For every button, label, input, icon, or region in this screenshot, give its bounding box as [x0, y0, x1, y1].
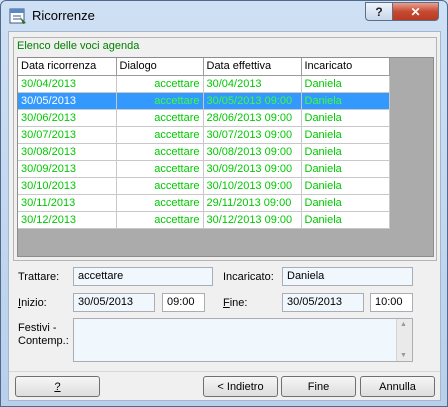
table-row[interactable]: 30/10/2013 accettare 30/10/2013 09:00 Danie… — [18, 177, 390, 195]
back-button[interactable]: < Indietro — [203, 376, 278, 397]
cell-data-effettiva: 29/11/2013 09:00 — [203, 194, 302, 212]
close-icon: ✕ — [410, 4, 421, 19]
cell-data-ricorrenza: 30/07/2013 — [18, 126, 117, 144]
titlebar-close-button[interactable]: ✕ — [392, 2, 439, 21]
fine-date-field[interactable]: 30/05/2013 — [282, 293, 364, 312]
table-row[interactable]: 30/05/2013 accettare 30/05/2013 09:00 Danie… — [18, 92, 390, 110]
cell-dialogo: accettare — [116, 177, 204, 195]
cell-dialogo: accettare — [116, 211, 204, 229]
cell-incaricato: Daniela — [301, 92, 390, 110]
scroll-down-arrow-icon[interactable]: ▼ — [400, 352, 407, 359]
cell-data-effettiva: 30/05/2013 09:00 — [203, 92, 302, 110]
titlebar-help-button[interactable]: ? — [365, 2, 393, 21]
cell-dialogo: accettare — [116, 109, 204, 127]
incaricato-label: Incaricato: — [223, 271, 274, 283]
cell-data-ricorrenza: 30/09/2013 — [18, 160, 117, 178]
column-header-data-ricorrenza[interactable]: Data ricorrenza — [18, 58, 117, 76]
cell-data-ricorrenza: 30/10/2013 — [18, 177, 117, 195]
trattare-label: Trattare: — [18, 271, 60, 283]
table-row[interactable]: 30/04/2013 accettare 30/04/2013 Daniela — [18, 75, 390, 93]
finish-button[interactable]: Fine — [281, 376, 356, 397]
cell-incaricato: Daniela — [301, 194, 390, 212]
column-header-dialogo[interactable]: Dialogo — [116, 58, 204, 76]
help-button[interactable]: ? — [15, 376, 100, 397]
title-bar[interactable]: Ricorrenze ? ✕ — [1, 1, 447, 31]
fine-label: Fine: — [223, 297, 248, 309]
inizio-date-field[interactable]: 30/05/2013 — [73, 293, 155, 312]
cell-incaricato: Daniela — [301, 143, 390, 161]
cell-dialogo: accettare — [116, 92, 204, 110]
cancel-button[interactable]: Annulla — [360, 376, 435, 397]
festivi-label-line2: Contemp.: — [18, 335, 69, 347]
column-header-data-effettiva[interactable]: Data effettiva — [203, 58, 302, 76]
cell-incaricato: Daniela — [301, 109, 390, 127]
cell-data-ricorrenza: 30/11/2013 — [18, 194, 117, 212]
dialog-window: Ricorrenze ? ✕ Elenco delle voci agenda … — [0, 0, 448, 407]
agenda-items-group-label: Elenco delle voci agenda — [17, 40, 140, 52]
cell-data-effettiva: 30/07/2013 09:00 — [203, 126, 302, 144]
table-row[interactable]: 30/12/2013 accettare 30/12/2013 09:00 Danie… — [18, 211, 390, 229]
cell-data-ricorrenza: 30/12/2013 — [18, 211, 117, 229]
table-row[interactable]: 30/06/2013 accettare 28/06/2013 09:00 Danie… — [18, 109, 390, 127]
cell-data-ricorrenza: 30/06/2013 — [18, 109, 117, 127]
cell-dialogo: accettare — [116, 160, 204, 178]
table-header-row: Data ricorrenza Dialogo Data effettiva I… — [18, 58, 390, 76]
cell-dialogo: accettare — [116, 194, 204, 212]
cell-data-effettiva: 30/08/2013 09:00 — [203, 143, 302, 161]
cell-incaricato: Daniela — [301, 126, 390, 144]
cell-incaricato: Daniela — [301, 177, 390, 195]
column-header-incaricato[interactable]: Incaricato — [301, 58, 390, 76]
festivi-label-line1: Festivi - — [18, 322, 57, 334]
table-row[interactable]: 30/09/2013 accettare 30/09/2013 09:00 Danie… — [18, 160, 390, 178]
agenda-items-group: Elenco delle voci agenda Data ricorrenza… — [13, 37, 437, 261]
help-icon: ? — [375, 4, 383, 19]
cell-data-effettiva: 30/09/2013 09:00 — [203, 160, 302, 178]
cell-data-effettiva: 30/04/2013 — [203, 75, 302, 93]
cell-data-ricorrenza: 30/04/2013 — [18, 75, 117, 93]
cell-incaricato: Daniela — [301, 75, 390, 93]
table-row[interactable]: 30/08/2013 accettare 30/08/2013 09:00 Danie… — [18, 143, 390, 161]
calendar-app-icon — [9, 8, 26, 24]
cell-dialogo: accettare — [116, 143, 204, 161]
table-row[interactable]: 30/07/2013 accettare 30/07/2013 09:00 Danie… — [18, 126, 390, 144]
cell-incaricato: Daniela — [301, 211, 390, 229]
cell-incaricato: Daniela — [301, 160, 390, 178]
inizio-label: Inizio: — [18, 297, 47, 309]
cell-dialogo: accettare — [116, 75, 204, 93]
agenda-items-table: Data ricorrenza Dialogo Data effettiva I… — [18, 58, 390, 229]
trattare-field[interactable]: accettare — [73, 267, 213, 286]
table-row[interactable]: 30/11/2013 accettare 29/11/2013 09:00 Danie… — [18, 194, 390, 212]
incaricato-field[interactable]: Daniela — [282, 267, 413, 286]
memo-scrollbar[interactable]: ▲ ▼ — [396, 319, 412, 361]
cell-data-effettiva: 28/06/2013 09:00 — [203, 109, 302, 127]
cell-data-effettiva: 30/10/2013 09:00 — [203, 177, 302, 195]
inizio-time-field[interactable]: 09:00 — [162, 293, 205, 312]
fine-time-field[interactable]: 10:00 — [370, 293, 413, 312]
scroll-up-arrow-icon[interactable]: ▲ — [400, 321, 407, 328]
window-title: Ricorrenze — [32, 8, 95, 23]
cell-data-effettiva: 30/12/2013 09:00 — [203, 211, 302, 229]
button-separator — [9, 371, 440, 372]
festivi-memo-field[interactable]: ▲ ▼ — [73, 318, 413, 362]
agenda-items-grid[interactable]: Data ricorrenza Dialogo Data effettiva I… — [17, 57, 434, 257]
dialog-client-area: Elenco delle voci agenda Data ricorrenza… — [8, 31, 441, 401]
cell-data-ricorrenza: 30/08/2013 — [18, 143, 117, 161]
cell-data-ricorrenza: 30/05/2013 — [18, 92, 117, 110]
cell-dialogo: accettare — [116, 126, 204, 144]
